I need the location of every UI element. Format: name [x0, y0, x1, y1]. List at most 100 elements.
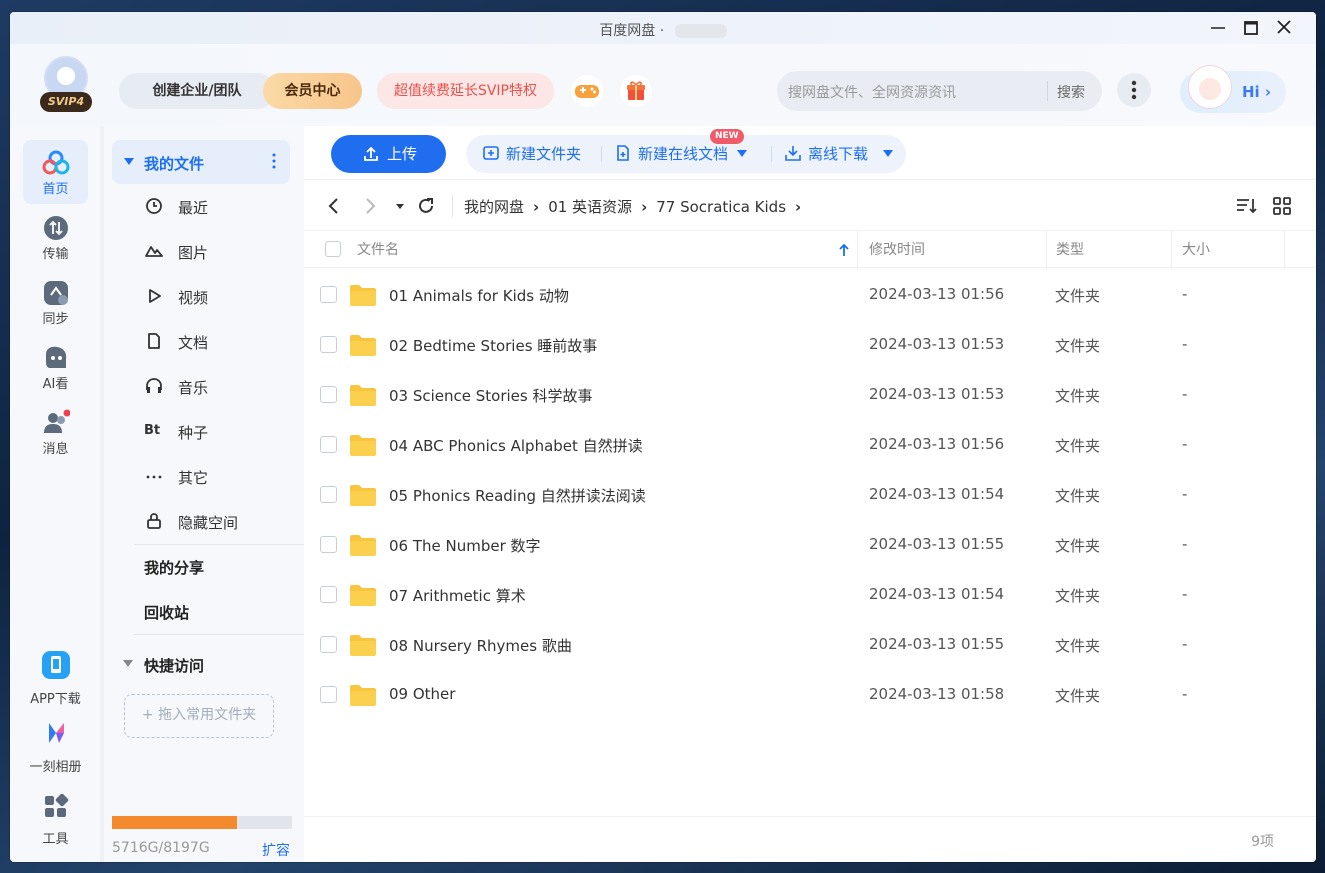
app-window: 百度网盘 · SVIP4 创建企业/团队 会员中心 超值续费延长SVIP特权 搜…	[10, 12, 1316, 862]
table-row[interactable]: 03 Science Stories 科学故事 2024-03-13 01:53 文…	[304, 370, 1316, 420]
search-button[interactable]: 搜索	[1057, 82, 1085, 102]
file-name[interactable]: 01 Animals for Kids 动物	[389, 285, 569, 306]
table-row[interactable]: 04 ABC Phonics Alphabet 自然拼读 2024-03-13 0…	[304, 420, 1316, 470]
create-team-button[interactable]: 创建企业/团队	[119, 73, 275, 109]
rail-item-ai-view[interactable]: AI看	[23, 335, 88, 399]
breadcrumb-item[interactable]: 77 Socratica Kids	[656, 198, 786, 216]
collapse-triangle-icon[interactable]	[124, 158, 134, 165]
column-header-date[interactable]: 修改时间	[869, 231, 925, 269]
back-arrow-icon[interactable]	[322, 194, 346, 218]
gift-icon[interactable]	[620, 75, 652, 107]
file-name[interactable]: 07 Arithmetic 算术	[389, 585, 526, 606]
rail-item-transfer[interactable]: 传输	[23, 205, 88, 269]
column-header-name[interactable]: 文件名	[357, 231, 399, 269]
breadcrumb-chevron-icon[interactable]: ›	[795, 198, 801, 216]
sort-icon[interactable]	[1234, 194, 1258, 218]
sync-icon	[44, 281, 68, 305]
new-folder-button[interactable]: 新建文件夹	[482, 135, 581, 173]
file-size: -	[1182, 635, 1188, 653]
kebab-icon[interactable]	[272, 152, 276, 170]
close-icon[interactable]	[1271, 16, 1297, 40]
quick-access-label[interactable]: 快捷访问	[144, 655, 204, 676]
user-avatar[interactable]: SVIP4	[40, 56, 92, 112]
rail-item-home[interactable]: 首页	[23, 140, 88, 204]
grid-view-icon[interactable]	[1270, 194, 1294, 218]
sidebar-item-recycle-bin[interactable]: 回收站	[144, 602, 189, 623]
table-row[interactable]: 09 Other 2024-03-13 01:58 文件夹 -	[304, 670, 1316, 720]
search-input[interactable]: 搜网盘文件、全网资源资讯	[788, 82, 956, 102]
bt-icon: Bt	[144, 423, 161, 438]
row-checkbox[interactable]	[320, 636, 337, 653]
file-name[interactable]: 06 The Number 数字	[389, 535, 541, 556]
expand-storage-link[interactable]: 扩容	[262, 840, 290, 860]
download-icon	[785, 146, 801, 161]
dropdown-triangle-icon[interactable]	[736, 150, 747, 158]
sidebar-item-label: 最近	[178, 199, 209, 217]
rail-item-sync[interactable]: 同步	[23, 270, 88, 334]
more-menu-button[interactable]	[1117, 73, 1151, 107]
row-checkbox[interactable]	[320, 686, 337, 703]
search-separator	[1047, 81, 1048, 101]
history-dropdown-icon[interactable]	[389, 194, 413, 218]
maximize-icon[interactable]	[1238, 16, 1264, 40]
table-row[interactable]: 05 Phonics Reading 自然拼读法阅读 2024-03-13 01:…	[304, 470, 1316, 520]
file-type: 文件夹	[1055, 687, 1101, 705]
rail-item-app-download[interactable]: APP下载	[23, 648, 88, 718]
breadcrumb-item[interactable]: 01 英语资源	[548, 196, 632, 217]
rail-item-tools[interactable]: 工具	[23, 790, 88, 854]
table-row[interactable]: 01 Animals for Kids 动物 2024-03-13 01:56 文件…	[304, 270, 1316, 320]
column-header-type[interactable]: 类型	[1056, 231, 1084, 269]
breadcrumb-item[interactable]: 我的网盘	[464, 196, 524, 217]
dropdown-triangle-icon[interactable]	[882, 150, 893, 158]
minimize-icon[interactable]	[1205, 16, 1231, 40]
offline-download-button[interactable]: 离线下载	[784, 135, 893, 173]
folder-icon	[350, 485, 376, 506]
table-row[interactable]: 02 Bedtime Stories 睡前故事 2024-03-13 01:53 文…	[304, 320, 1316, 370]
quick-access-dropzone[interactable]: + 拖入常用文件夹	[124, 694, 274, 738]
file-name[interactable]: 02 Bedtime Stories 睡前故事	[389, 335, 597, 356]
sidebar-item-my-share[interactable]: 我的分享	[144, 557, 204, 578]
sidebar-item-label: 种子	[178, 424, 209, 442]
row-checkbox[interactable]	[320, 536, 337, 553]
rail-item-album[interactable]: 一刻相册	[23, 720, 88, 784]
sidebar-item-label: 文档	[178, 334, 209, 352]
file-type: 文件夹	[1055, 637, 1101, 655]
vip-center-button[interactable]: 会员中心	[263, 73, 362, 109]
upload-button[interactable]: 上传	[331, 135, 446, 173]
file-name[interactable]: 05 Phonics Reading 自然拼读法阅读	[389, 485, 646, 506]
sort-ascending-icon[interactable]	[838, 243, 850, 257]
row-checkbox[interactable]	[320, 386, 337, 403]
rail-label: 传输	[42, 247, 69, 262]
table-row[interactable]: 06 The Number 数字 2024-03-13 01:55 文件夹 -	[304, 520, 1316, 570]
collapse-triangle-icon[interactable]	[123, 660, 133, 668]
row-checkbox[interactable]	[320, 336, 337, 353]
file-type: 文件夹	[1055, 337, 1101, 355]
assistant-button[interactable]: Hi ›	[1180, 65, 1286, 113]
file-type: 文件夹	[1055, 487, 1101, 505]
file-name[interactable]: 03 Science Stories 科学故事	[389, 385, 593, 406]
svip-promo-button[interactable]: 超值续费延长SVIP特权	[377, 73, 554, 109]
rail-item-messages[interactable]: 消息	[23, 400, 88, 464]
row-checkbox[interactable]	[320, 586, 337, 603]
row-checkbox[interactable]	[320, 436, 337, 453]
row-checkbox[interactable]	[320, 486, 337, 503]
table-row[interactable]: 08 Nursery Rhymes 歌曲 2024-03-13 01:55 文件夹 -	[304, 620, 1316, 670]
search-box[interactable]: 搜网盘文件、全网资源资讯 搜索	[777, 71, 1102, 111]
file-name[interactable]: 04 ABC Phonics Alphabet 自然拼读	[389, 435, 643, 456]
column-header-size[interactable]: 大小	[1182, 231, 1210, 269]
select-all-checkbox[interactable]	[325, 241, 341, 257]
file-name[interactable]: 09 Other	[389, 685, 455, 703]
sidebar-item-my-files[interactable]: 我的文件	[112, 140, 290, 184]
file-type: 文件夹	[1055, 587, 1101, 605]
refresh-icon[interactable]	[414, 194, 438, 218]
folder-icon	[350, 285, 376, 306]
file-name[interactable]: 08 Nursery Rhymes 歌曲	[389, 635, 572, 656]
rail-label: 消息	[42, 442, 69, 457]
sidebar-divider	[134, 634, 304, 635]
forward-arrow-icon[interactable]	[358, 194, 382, 218]
gamepad-icon[interactable]	[571, 75, 603, 107]
rail-label: 工具	[42, 832, 69, 847]
table-row[interactable]: 07 Arithmetic 算术 2024-03-13 01:54 文件夹 -	[304, 570, 1316, 620]
file-type: 文件夹	[1055, 537, 1101, 555]
row-checkbox[interactable]	[320, 286, 337, 303]
